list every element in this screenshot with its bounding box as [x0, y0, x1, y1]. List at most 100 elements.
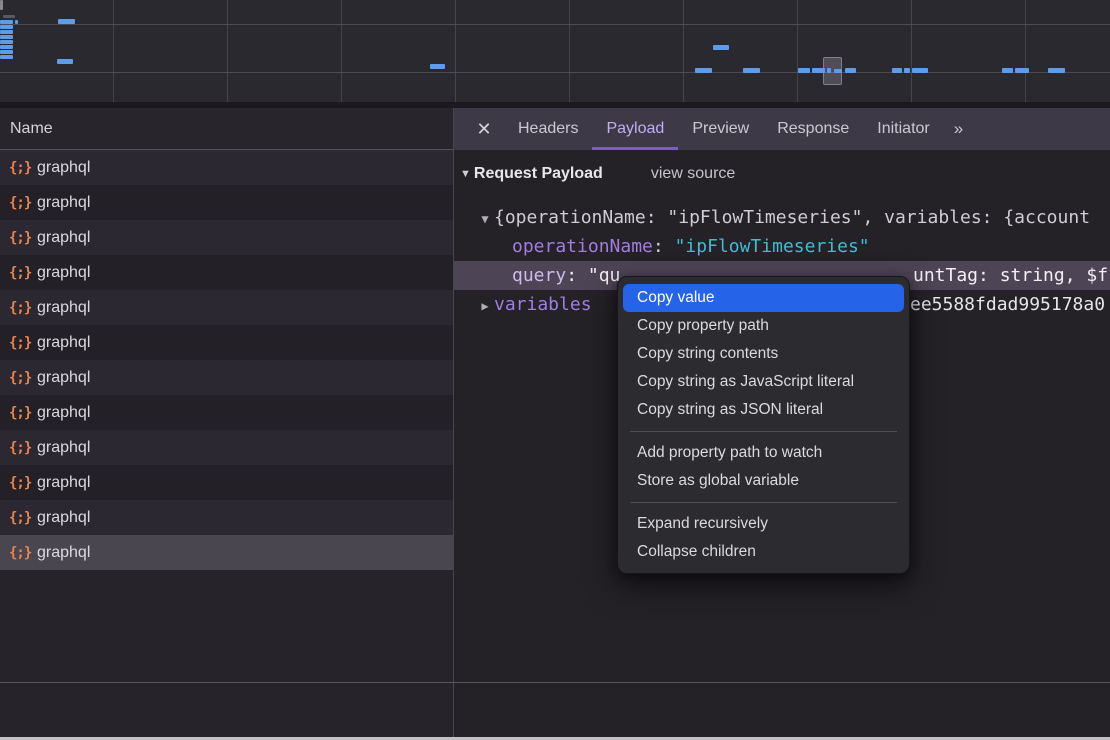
request-name: graphql	[37, 544, 90, 562]
network-request-row[interactable]: {;} graphql	[0, 500, 453, 535]
fetch-json-icon: {;}	[9, 440, 37, 456]
object-preview-text: {operationName: "ipFlowTimeseries", vari…	[494, 207, 1090, 228]
request-list-panel: Name {;} graphql {;} graphql {;} graphql…	[0, 108, 453, 740]
panel-resize-divider[interactable]	[453, 108, 454, 737]
request-name: graphql	[37, 439, 90, 457]
fetch-json-icon: {;}	[9, 300, 37, 316]
request-name: graphql	[37, 229, 90, 247]
request-bar	[0, 0, 3, 10]
network-request-row[interactable]: {;} graphql	[0, 220, 453, 255]
section-expand-triangle-icon[interactable]: ▼	[460, 168, 471, 180]
request-bar	[1048, 68, 1065, 73]
menu-item-copy-string-contents[interactable]: Copy string contents	[623, 340, 904, 368]
network-request-row[interactable]: {;} graphql	[0, 325, 453, 360]
request-bar	[430, 64, 445, 69]
request-name: graphql	[37, 509, 90, 527]
request-payload-section-header[interactable]: ▼ Request Payload view source	[460, 165, 735, 183]
payload-operationname-row[interactable]: operationName: "ipFlowTimeseries"	[454, 232, 1110, 261]
network-overview-timeline[interactable]	[0, 0, 1110, 102]
request-bar	[695, 68, 712, 73]
network-request-row[interactable]: {;} graphql	[0, 465, 453, 500]
property-key: query	[512, 265, 566, 286]
timeline-gridline	[569, 0, 570, 102]
menu-item-add-property-path-to-watch[interactable]: Add property path to watch	[623, 439, 904, 467]
fetch-json-icon: {;}	[9, 230, 37, 246]
expand-triangle-icon[interactable]: ▼	[476, 205, 494, 232]
fetch-json-icon: {;}	[9, 265, 37, 281]
request-name: graphql	[37, 334, 90, 352]
key-separator: :	[653, 236, 675, 257]
network-request-row-selected[interactable]: {;} graphql	[0, 535, 453, 570]
request-bar	[0, 25, 13, 29]
timeline-gridline	[797, 0, 798, 102]
request-bar	[845, 68, 856, 73]
timeline-gridline	[911, 0, 912, 102]
fetch-json-icon: {;}	[9, 370, 37, 386]
key-separator: :	[566, 265, 588, 286]
network-request-row[interactable]: {;} graphql	[0, 290, 453, 325]
request-bar	[0, 40, 13, 44]
request-bar	[0, 30, 13, 34]
tab-payload[interactable]: Payload	[592, 108, 678, 150]
network-request-row[interactable]: {;} graphql	[0, 150, 453, 185]
property-key: variables	[494, 294, 592, 315]
request-bar	[827, 68, 831, 73]
network-request-row[interactable]: {;} graphql	[0, 185, 453, 220]
request-bar	[834, 69, 842, 73]
timeline-gridline	[1025, 0, 1026, 102]
fetch-json-icon: {;}	[9, 510, 37, 526]
payload-root-row[interactable]: ▼{operationName: "ipFlowTimeseries", var…	[454, 203, 1110, 232]
request-name: graphql	[37, 159, 90, 177]
summary-bar-divider	[0, 682, 1110, 683]
menu-item-copy-value[interactable]: Copy value	[623, 284, 904, 312]
fetch-json-icon: {;}	[9, 335, 37, 351]
request-bar	[743, 68, 760, 73]
more-tabs-chevron-icon[interactable]: »	[944, 108, 971, 150]
request-bar	[713, 45, 729, 50]
fetch-json-icon: {;}	[9, 545, 37, 561]
context-menu: Copy value Copy property path Copy strin…	[617, 276, 910, 574]
tab-response[interactable]: Response	[763, 108, 863, 150]
request-bar	[892, 68, 902, 73]
menu-item-copy-string-json-literal[interactable]: Copy string as JSON literal	[623, 396, 904, 424]
property-string-value: "ipFlowTimeseries"	[675, 236, 870, 257]
tab-headers[interactable]: Headers	[504, 108, 592, 150]
request-name: graphql	[37, 404, 90, 422]
request-bar	[904, 68, 910, 73]
menu-item-store-as-global-variable[interactable]: Store as global variable	[623, 467, 904, 495]
request-bar	[912, 68, 928, 73]
tab-preview[interactable]: Preview	[678, 108, 763, 150]
devtools-network-panel: Name {;} graphql {;} graphql {;} graphql…	[0, 0, 1110, 740]
timeline-gridline	[227, 0, 228, 102]
timeline-gridline	[455, 0, 456, 102]
request-bar	[0, 45, 13, 49]
view-source-link[interactable]: view source	[651, 165, 735, 183]
timeline-gridline	[0, 72, 1110, 73]
detail-tab-bar: ✕ Headers Payload Preview Response Initi…	[454, 108, 1110, 150]
menu-item-copy-string-js-literal[interactable]: Copy string as JavaScript literal	[623, 368, 904, 396]
network-request-row[interactable]: {;} graphql	[0, 360, 453, 395]
property-value-fragment: untTag: string, $f	[913, 261, 1108, 290]
fetch-json-icon: {;}	[9, 475, 37, 491]
request-name: graphql	[37, 264, 90, 282]
network-request-row[interactable]: {;} graphql	[0, 430, 453, 465]
request-bar	[57, 59, 73, 64]
timeline-gridline	[341, 0, 342, 102]
network-request-row[interactable]: {;} graphql	[0, 255, 453, 290]
request-name: graphql	[37, 474, 90, 492]
request-bar	[0, 20, 13, 24]
tab-initiator[interactable]: Initiator	[863, 108, 943, 150]
menu-separator	[630, 431, 897, 432]
request-name: graphql	[37, 369, 90, 387]
menu-item-copy-property-path[interactable]: Copy property path	[623, 312, 904, 340]
close-icon[interactable]: ✕	[464, 108, 504, 150]
menu-item-expand-recursively[interactable]: Expand recursively	[623, 510, 904, 538]
fetch-json-icon: {;}	[9, 160, 37, 176]
collapse-triangle-icon[interactable]: ▶	[476, 292, 494, 319]
request-bar	[1002, 68, 1013, 73]
timeline-gridline	[683, 0, 684, 102]
property-value-fragment: "qu	[588, 265, 621, 286]
name-column-header[interactable]: Name	[0, 108, 453, 150]
network-request-row[interactable]: {;} graphql	[0, 395, 453, 430]
menu-item-collapse-children[interactable]: Collapse children	[623, 538, 904, 566]
